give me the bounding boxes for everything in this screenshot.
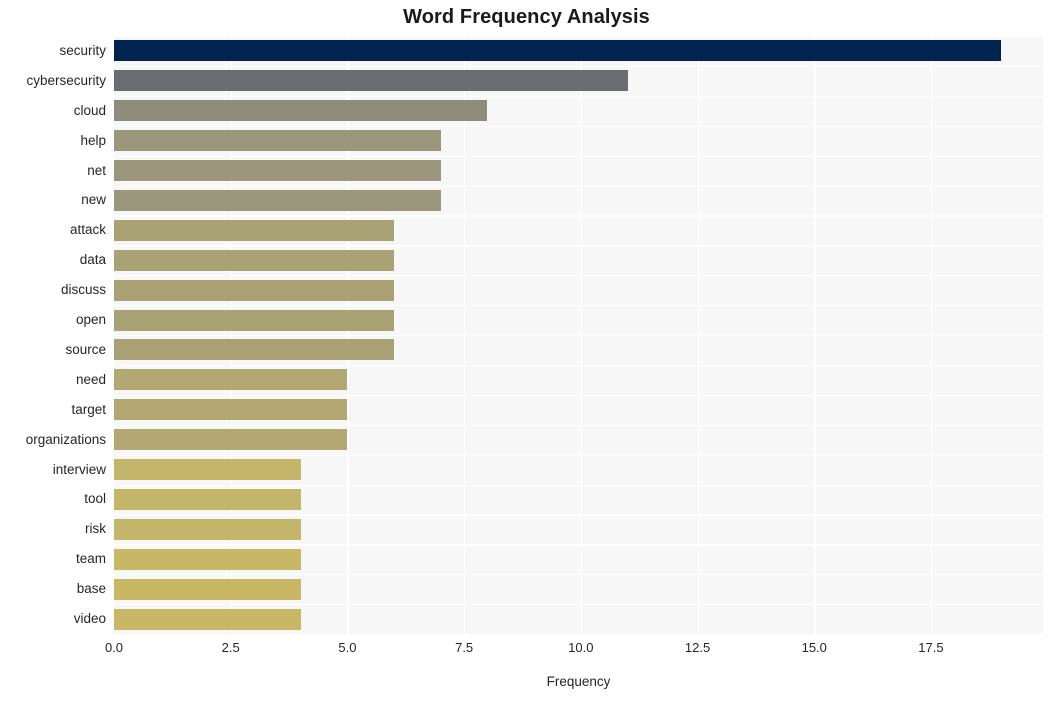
y-tick-label-cybersecurity: cybersecurity — [26, 72, 106, 88]
x-tick-label-12.5: 12.5 — [684, 640, 711, 655]
y-axis-tick-labels: security cybersecurity cloud help net new atta… — [0, 36, 1053, 634]
x-tick-label-17.5: 17.5 — [918, 640, 944, 655]
x-tick-label-0.0: 0.0 — [104, 640, 124, 655]
y-tick-label-video: video — [73, 611, 106, 627]
y-tick-label-data: data — [79, 252, 106, 268]
y-tick-label-attack: attack — [69, 222, 106, 238]
x-axis-label: Frequency — [546, 674, 611, 689]
y-tick-label-source: source — [65, 341, 106, 357]
y-tick-label-help: help — [80, 132, 106, 148]
y-tick-label-net: net — [87, 162, 106, 178]
chart-title: Word Frequency Analysis — [403, 6, 650, 28]
y-tick-label-tool: tool — [84, 491, 106, 507]
y-tick-label-team: team — [75, 551, 106, 567]
x-axis-tick-labels: 0.0 2.5 5.0 7.5 10.0 12.5 15.0 17.5 — [0, 640, 1053, 664]
x-tick-label-15.0: 15.0 — [801, 640, 827, 655]
y-tick-label-need: need — [75, 371, 106, 387]
x-tick-label-10.0: 10.0 — [568, 640, 594, 655]
y-tick-label-interview: interview — [52, 461, 106, 477]
y-tick-label-risk: risk — [85, 521, 106, 537]
y-tick-label-base: base — [76, 581, 106, 597]
y-tick-label-cloud: cloud — [73, 102, 106, 118]
y-tick-label-open: open — [75, 312, 106, 328]
y-tick-label-organizations: organizations — [25, 431, 106, 447]
x-tick-label-7.5: 7.5 — [455, 640, 474, 655]
y-tick-label-new: new — [81, 192, 106, 208]
y-tick-label-target: target — [71, 401, 106, 417]
y-tick-label-security: security — [59, 42, 106, 58]
x-tick-label-2.5: 2.5 — [221, 640, 240, 655]
word-frequency-chart-figure: Word Frequency Analysis security cybersec… — [0, 0, 1053, 701]
y-tick-label-discuss: discuss — [60, 282, 106, 298]
x-tick-label-5.0: 5.0 — [338, 640, 357, 655]
